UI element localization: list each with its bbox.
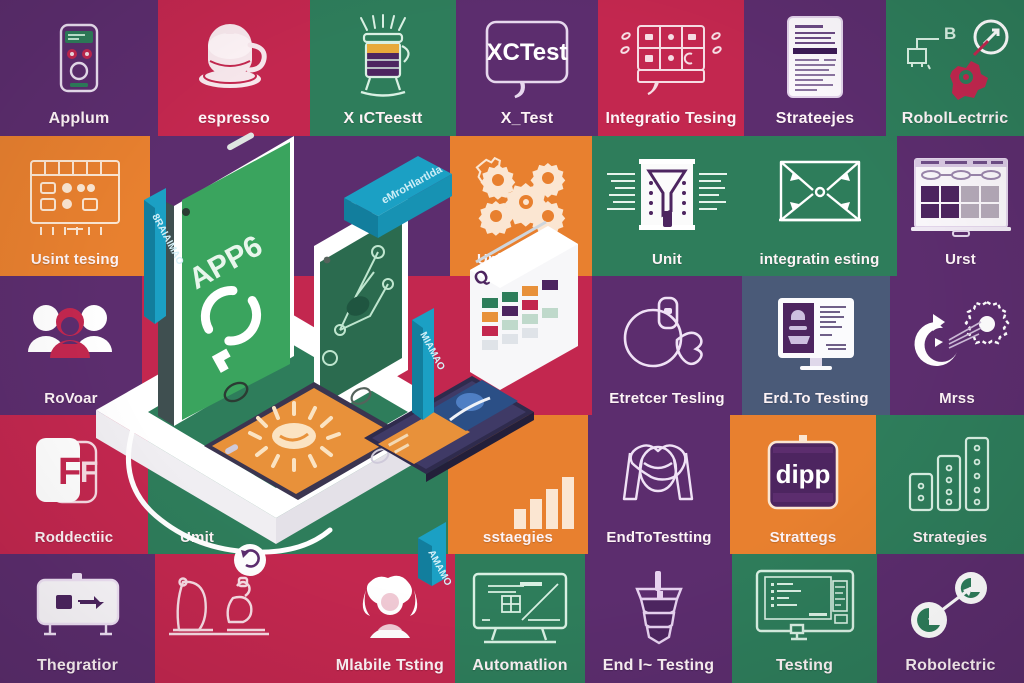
tile-rovoar[interactable]: RoVoar (0, 276, 142, 415)
xctest-bubble-icon: XCTest (456, 0, 598, 110)
people-group-icon (0, 276, 142, 390)
tile-strateejes[interactable]: Strateejes (744, 0, 886, 136)
tile-label: Unit (652, 251, 682, 268)
tile-label: End I~ Testing (602, 657, 715, 674)
svg-text:XCTest: XCTest (487, 39, 568, 66)
tile-integratio-tesing[interactable]: Integratio Tesing (598, 0, 744, 136)
tile-sstaegies[interactable]: sstaegies (448, 415, 588, 554)
tile-testing[interactable]: Testing (732, 554, 877, 683)
tile-label: Mlabile Tsting (335, 657, 444, 674)
tile-row-3: RoVoar Etretcer Tesling Erd.To Testing M… (0, 276, 1024, 415)
bar-rise-icon (448, 415, 588, 529)
tile-row-1: Applum espresso X ιCTeestt XCTest X_Test… (0, 0, 1024, 136)
svg-text:F: F (80, 456, 98, 489)
tile-label: Thegratior (36, 657, 119, 674)
tile-automatlion[interactable]: Automatlion (455, 554, 585, 683)
tile-label: Umit (180, 529, 215, 546)
tile-mrss[interactable]: Mrss (890, 276, 1024, 415)
tile-label: Urst (945, 251, 976, 268)
tile-art-backdrop-r2 (150, 136, 450, 276)
tile-roddectiic[interactable]: F F Roddectiic (0, 415, 148, 554)
tile-label: espresso (198, 110, 270, 127)
tile-unit[interactable]: Unit (592, 136, 742, 276)
tile-label: Unitt Tesing (477, 251, 565, 268)
funnel-report-icon (592, 136, 742, 251)
tile-robollectrric[interactable]: B RobolLectrric (886, 0, 1024, 136)
letter-f-icon: F F (0, 415, 148, 529)
drawer-grid-icon (598, 0, 744, 110)
svg-text:F: F (58, 451, 81, 493)
tile-strategies[interactable]: Strategies (876, 415, 1024, 554)
tile-xtest[interactable]: XCTest X_Test (456, 0, 598, 136)
target-arrow-icon (877, 554, 1024, 657)
tile-mlabile-tsting[interactable]: Mlabile Tsting (155, 554, 455, 683)
gears-cluster-icon (450, 136, 592, 251)
tile-label: Etretcer Tesling (609, 390, 725, 407)
envelope-arrows-icon (742, 136, 897, 251)
tile-label: Automatlion (472, 657, 568, 674)
tile-erd-to-testing[interactable]: Erd.To Testing (742, 276, 890, 415)
tile-label: Mrss (939, 390, 975, 407)
french-press-icon (310, 0, 456, 110)
tile-urst[interactable]: Urst (897, 136, 1024, 276)
window-layout-icon (0, 136, 150, 251)
tile-row-5: Thegratior Mlabile Tsting Automatlion En… (0, 554, 1024, 683)
tile-label: Robolectric (905, 657, 996, 674)
tile-unitt-tesing[interactable]: Unitt Tesing (450, 136, 592, 276)
tile-xicteestt[interactable]: X ιCTeestt (310, 0, 456, 136)
tile-label: RobolLectrric (901, 110, 1009, 127)
tile-espresso[interactable]: espresso (158, 0, 310, 136)
tile-label: Integratio Tesing (605, 110, 737, 127)
tile-label: X ιCTeestt (343, 110, 423, 127)
tile-label: sstaegies (482, 529, 554, 546)
svg-text:B: B (944, 24, 956, 43)
tile-label: Strattegs (769, 529, 837, 546)
signboard-arrow-icon (0, 554, 155, 657)
tile-label: Testing (775, 657, 834, 674)
tile-label: Applum (48, 110, 110, 127)
tile-integratin-esting[interactable]: integratin esting (742, 136, 897, 276)
tile-umit[interactable]: Umit (148, 415, 448, 554)
tile-applum[interactable]: Applum (0, 0, 158, 136)
poster-canvas: Applum espresso X ιCTeestt XCTest X_Test… (0, 0, 1024, 683)
desktop-code-icon (732, 554, 877, 657)
tile-label: Strategies (912, 529, 988, 546)
browser-tiles-icon (897, 136, 1024, 251)
tile-row-4: F F Roddectiic Umit sstaegies EndToTestt… (0, 415, 1024, 554)
monitor-doc-icon (742, 276, 890, 390)
monitor-chart-icon (455, 554, 585, 657)
cog-refresh-icon (890, 276, 1024, 390)
espresso-cup-icon (158, 0, 310, 110)
tile-art-backdrop-r3 (142, 276, 592, 415)
tile-row-2: Usint tesing Unitt Tesing Unit integrati… (0, 136, 1024, 276)
person-desk-icon (155, 554, 455, 657)
dipp-canister-icon: dipp (730, 415, 876, 529)
bug-magnifier-icon (592, 276, 742, 390)
document-page-icon (744, 0, 886, 110)
handshake-icon (588, 415, 730, 529)
tile-thegratior[interactable]: Thegratior (0, 554, 155, 683)
tile-etretcer-tesling[interactable]: Etretcer Tesling (592, 276, 742, 415)
stacked-cup-icon (585, 554, 732, 657)
gear-target-icon: B (886, 0, 1024, 110)
svg-text:dipp: dipp (776, 459, 831, 489)
tile-label: RoVoar (44, 390, 98, 407)
tile-strattegs[interactable]: dipp Strattegs (730, 415, 876, 554)
tile-label: Strateejes (775, 110, 855, 127)
tile-label: integratin esting (759, 251, 880, 268)
tile-label: X_Test (500, 110, 554, 127)
tile-label: EndToTestting (606, 529, 712, 546)
tile-label: Erd.To Testing (763, 390, 869, 407)
tile-endtotestting[interactable]: EndToTestting (588, 415, 730, 554)
bar-chart-icon (876, 415, 1024, 529)
tile-usint-tesing[interactable]: Usint tesing (0, 136, 150, 276)
tile-end-i-testing[interactable]: End I~ Testing (585, 554, 732, 683)
tile-label: Roddectiic (34, 529, 114, 546)
tile-label: Usint tesing (30, 251, 120, 268)
tile-robolectric[interactable]: Robolectric (877, 554, 1024, 683)
phone-app-icon (0, 0, 158, 110)
